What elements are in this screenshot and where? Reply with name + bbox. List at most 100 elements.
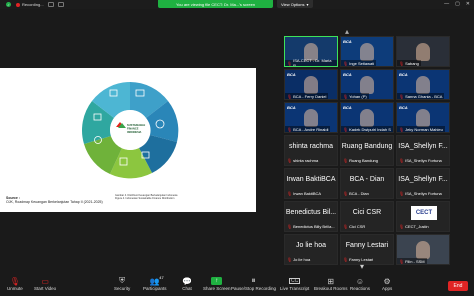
participant-tile[interactable]: Fanny Lestari 🎙 Fanny Lestari <box>340 234 394 265</box>
unmute-button[interactable]: 🎙 Unmute <box>7 276 23 292</box>
shared-slide: SUSTAINABLE FINANCE INDONESIA Gambar 4. … <box>0 68 256 212</box>
participant-display-name: shinta rachma <box>289 143 333 150</box>
participant-name-label: 🎙 Cici CSR <box>343 224 365 229</box>
pause-recording-button[interactable]: ⏸ Pause/Stop Recording <box>231 276 276 291</box>
participant-video <box>360 43 374 61</box>
microphone-muted-icon: 🎙 <box>343 126 349 132</box>
share-screen-icon-wrap: ↑ <box>211 276 223 286</box>
participant-name-label: 🎙 Ruang Bandung <box>343 158 378 163</box>
live-transcript-button[interactable]: CC Live Transcript <box>280 276 309 291</box>
participant-name-label: 🎙 Sanna Ghania - BCA <box>397 93 445 99</box>
participant-name-label: 🎙 Sabang <box>397 60 421 66</box>
participant-tile[interactable]: shinta rachma 🎙 shinta rachma <box>284 135 338 166</box>
participant-video <box>304 109 318 127</box>
participant-name-label: 🎙 BCA - Andre Rinaldi <box>285 126 331 132</box>
figure-caption: Gambar 4. Distribusi Keuangan Berkelanju… <box>115 194 205 200</box>
participant-tile[interactable]: ISA_Shellyn F... 🎙 ISA_Shellyn Fortuna <box>396 168 450 199</box>
bca-logo: BCA <box>399 105 408 110</box>
participant-tile[interactable]: Cici CSR 🎙 Cici CSR <box>340 201 394 232</box>
participant-name: Filin - SSM <box>405 258 425 264</box>
microphone-muted-icon: 🎙 <box>399 93 405 99</box>
participant-tile[interactable]: BCA 🎙 BCA - Ferry Daniel <box>284 69 338 100</box>
start-video-button[interactable]: ▭ Start Video <box>34 276 57 292</box>
bca-logo: BCA <box>343 39 352 44</box>
participant-name-label: 🎙 Kadek Dwiputri Indah S <box>341 126 393 132</box>
source-note: Source : OJK, Roadmap Keuangan Berkelanj… <box>6 196 103 204</box>
live-transcript-label: Live Transcript <box>280 286 310 291</box>
view-options-button[interactable]: View Options ▾ <box>277 0 313 8</box>
start-video-label: Start Video <box>34 286 57 291</box>
participant-tile[interactable]: BCA 🎙 Yohan (P) <box>340 69 394 100</box>
participant-gallery: 🎙 ISA-CECT - Dr. Maria R... BCA 🎙 Inge Setia… <box>284 36 450 265</box>
breakout-rooms-button[interactable]: ⊞ Breakout Rooms <box>314 276 348 292</box>
participant-tile[interactable]: BCA 🎙 Jeky Norman Mahieu <box>396 102 450 133</box>
participant-video <box>360 76 374 94</box>
participant-tile[interactable]: 🎙 Sabang <box>396 36 450 67</box>
participant-tile[interactable]: 🎙 ISA-CECT - Dr. Maria R... <box>284 36 338 67</box>
microphone-muted-icon: 🎙 <box>343 158 349 163</box>
apps-button[interactable]: ⚙ Apps <box>382 276 392 292</box>
chat-icon: 💬 <box>182 276 192 286</box>
shield-icon: ⛨ <box>119 276 126 285</box>
participant-tile[interactable]: BCA 🎙 BCA - Andre Rinaldi <box>284 102 338 133</box>
participant-name: Cici CSR <box>349 224 366 229</box>
participant-name: shinta rachma <box>293 158 319 163</box>
participants-button[interactable]: 👥 47 Participants <box>143 275 167 291</box>
participant-tile[interactable]: Benedictus Bil... 🎙 Benedictus Billy Brill… <box>284 201 338 232</box>
microphone-muted-icon: 🎙 <box>399 224 405 229</box>
microphone-muted-icon: 🎙 <box>287 257 293 262</box>
microphone-muted-icon: 🎙 <box>343 93 349 99</box>
source-text: OJK, Roadmap Keuangan Berkelanjutan Taha… <box>6 200 103 204</box>
security-button[interactable]: ⛨ Security <box>114 276 130 291</box>
video-off-icon: ▭ <box>41 276 49 286</box>
minimize-icon[interactable]: — <box>444 1 449 7</box>
center-title: SUSTAINABLE <box>127 123 146 127</box>
share-screen-button[interactable]: ↑ Share Screen <box>203 276 231 291</box>
maximize-icon[interactable]: ▢ <box>455 1 460 7</box>
participant-name: BCA - Andre Rinaldi <box>293 126 329 132</box>
participant-tile[interactable]: Ruang Bandung 🎙 Ruang Bandung <box>340 135 394 166</box>
participant-display-name: ISA_Shellyn F... <box>398 176 448 183</box>
participant-name: BCA - Dian <box>349 191 369 196</box>
reactions-button[interactable]: ☺ Reactions <box>350 276 370 292</box>
stop-recording-icon[interactable] <box>57 2 64 7</box>
gallery-scroll-down-icon[interactable]: ▾ <box>360 262 364 271</box>
participant-tile[interactable]: ISA_Shellyn F... 🎙 ISA_Shellyn Fortuna <box>396 135 450 166</box>
participant-name-label: 🎙 ISA_Shellyn Fortuna <box>399 191 442 196</box>
participant-video <box>304 76 318 94</box>
microphone-muted-icon: 🎙 <box>399 126 405 132</box>
chat-button[interactable]: 💬 Chat <box>182 276 192 292</box>
participant-tile[interactable]: Jo lie hoa 🎙 Jo lie hoa <box>284 234 338 265</box>
pause-recording-icon[interactable] <box>47 2 54 7</box>
participant-tile[interactable]: BCA 🎙 Kadek Dwiputri Indah S <box>340 102 394 133</box>
microphone-muted-icon: 🎙 <box>343 191 349 196</box>
participant-video <box>416 241 430 259</box>
participant-tile[interactable]: Irwan BaktiBCA 🎙 Irwan BaktiBCA <box>284 168 338 199</box>
microphone-muted-icon: 🎙 <box>287 191 293 196</box>
unmute-label: Unmute <box>7 286 23 291</box>
participant-tile[interactable]: BCA 🎙 Inge Setiawati <box>340 36 394 67</box>
end-meeting-button[interactable]: End <box>448 281 468 291</box>
participant-display-name: BCA - Dian <box>349 176 385 183</box>
breakout-rooms-icon: ⊞ <box>327 276 335 286</box>
participant-name-label: 🎙 CECT_Justin <box>399 224 429 229</box>
center-title: INDONESIA <box>127 130 142 134</box>
participant-name: ISA-CECT - Dr. Maria R... <box>293 58 332 67</box>
participant-name: Jo lie hoa <box>293 257 311 262</box>
participant-tile[interactable]: CECT 🎙 CECT_Justin <box>396 201 450 232</box>
participant-tile[interactable]: BCA 🎙 Sanna Ghania - BCA <box>396 69 450 100</box>
participant-name-label: 🎙 Inge Setiawati <box>341 60 377 66</box>
close-icon[interactable]: ✕ <box>466 1 470 7</box>
participant-name: Sanna Ghania - BCA <box>405 93 443 99</box>
gallery-scroll-up[interactable]: ▴ <box>345 27 349 36</box>
share-screen-icon: ↑ <box>211 277 223 285</box>
shield-icon: ✓ <box>6 2 11 7</box>
microphone-muted-icon: 🎙 <box>343 257 349 262</box>
participant-tile[interactable]: 🎙 Filin - SSM <box>396 234 450 265</box>
microphone-muted-icon: 🎙 <box>9 276 20 286</box>
microphone-muted-icon: 🎙 <box>287 60 293 66</box>
apps-icon: ⚙ <box>383 276 391 286</box>
participant-name-label: 🎙 Filin - SSM <box>397 258 427 264</box>
participant-tile[interactable]: BCA - Dian 🎙 BCA - Dian <box>340 168 394 199</box>
participant-display-name: CECT <box>411 206 437 220</box>
